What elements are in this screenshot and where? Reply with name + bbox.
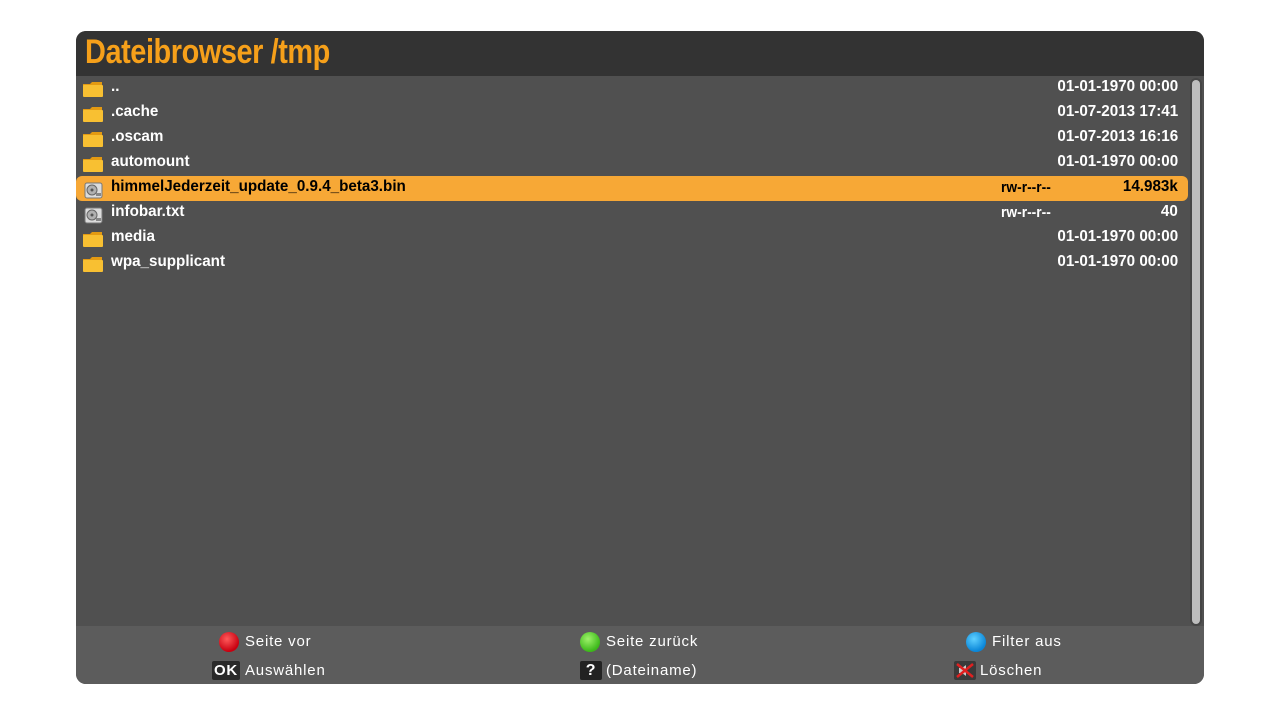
file-name: .oscam	[111, 128, 164, 145]
mute-button-icon	[954, 661, 976, 681]
file-name: wpa_supplicant	[111, 253, 226, 270]
file-permissions: rw-r--r--	[1001, 179, 1051, 196]
file-name: ..	[111, 78, 120, 95]
file-name: automount	[111, 153, 190, 170]
title-bar: Dateibrowser /tmp	[76, 31, 1204, 76]
list-item[interactable]: wpa_supplicant 01-01-1970 00:00	[76, 251, 1188, 276]
file-browser-window: Dateibrowser /tmp .. 01-01-1970 00:00 .c…	[76, 31, 1204, 684]
mute-button-label: Löschen	[980, 662, 1043, 679]
list-item[interactable]: media 01-01-1970 00:00	[76, 226, 1188, 251]
file-name: media	[111, 228, 155, 245]
file-list[interactable]: .. 01-01-1970 00:00 .cache 01-07-2013 17…	[76, 76, 1204, 626]
ok-button-icon: OK	[212, 661, 240, 680]
disk-file-icon	[82, 205, 104, 225]
list-item[interactable]: infobar.txt rw-r--r-- 40	[76, 201, 1188, 226]
list-item[interactable]: .. 01-01-1970 00:00	[76, 76, 1188, 101]
list-item[interactable]: .oscam 01-07-2013 16:16	[76, 126, 1188, 151]
green-button-label: Seite zurück	[606, 633, 699, 650]
ok-button-label: Auswählen	[245, 662, 326, 679]
list-item-selected[interactable]: himmelJederzeit_update_0.9.4_beta3.bin r…	[76, 176, 1188, 201]
scrollbar-thumb[interactable]	[1192, 80, 1200, 624]
folder-icon	[82, 80, 104, 100]
file-date: 01-07-2013 16:16	[1057, 128, 1178, 145]
file-date: 01-01-1970 00:00	[1057, 253, 1178, 270]
folder-icon	[82, 230, 104, 250]
file-date: 01-01-1970 00:00	[1057, 78, 1178, 95]
scrollbar[interactable]	[1190, 78, 1202, 626]
folder-icon	[82, 130, 104, 150]
file-size: 14.983k	[1123, 178, 1178, 195]
list-item[interactable]: automount 01-01-1970 00:00	[76, 151, 1188, 176]
green-button-icon	[580, 632, 602, 652]
help-button-label: (Dateiname)	[606, 662, 698, 679]
folder-icon	[82, 105, 104, 125]
folder-icon	[82, 155, 104, 175]
button-hints-bar: Seite vor Seite zurück Filter aus OK Aus…	[76, 626, 1204, 684]
file-date: 01-01-1970 00:00	[1057, 228, 1178, 245]
page-title: Dateibrowser /tmp	[85, 33, 330, 71]
file-name: .cache	[111, 103, 159, 120]
file-size: 40	[1161, 203, 1178, 220]
disk-file-icon	[82, 180, 104, 200]
help-button-icon: ?	[580, 661, 602, 681]
file-date: 01-07-2013 17:41	[1057, 103, 1178, 120]
file-date: 01-01-1970 00:00	[1057, 153, 1178, 170]
red-button-icon	[219, 632, 241, 652]
file-name: himmelJederzeit_update_0.9.4_beta3.bin	[111, 178, 406, 195]
folder-icon	[82, 255, 104, 275]
file-permissions: rw-r--r--	[1001, 204, 1051, 221]
blue-button-icon	[966, 632, 988, 652]
file-name: infobar.txt	[111, 203, 185, 220]
blue-button-label: Filter aus	[992, 633, 1062, 650]
red-button-label: Seite vor	[245, 633, 312, 650]
list-item[interactable]: .cache 01-07-2013 17:41	[76, 101, 1188, 126]
